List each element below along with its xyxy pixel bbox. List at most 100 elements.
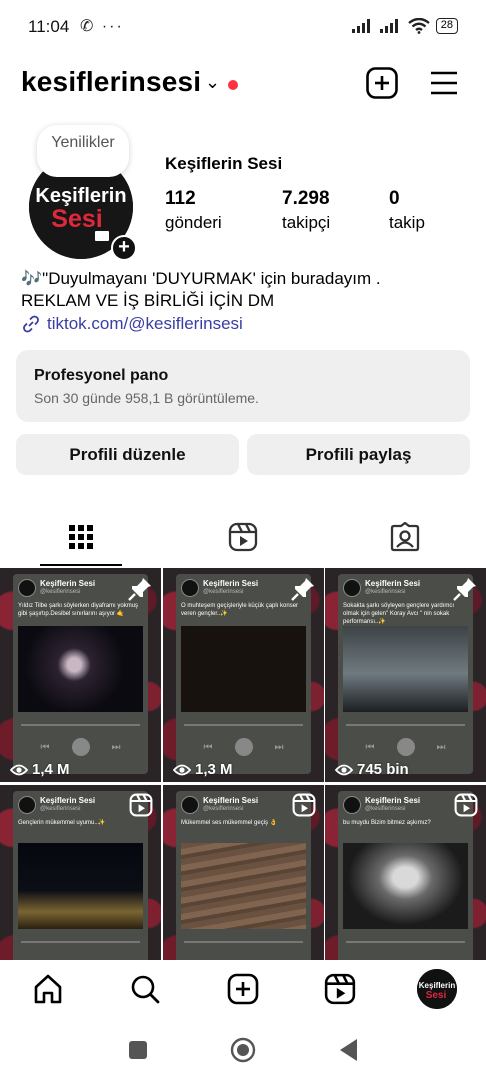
bio-link[interactable]: tiktok.com/@kesiflerinsesi xyxy=(21,313,471,335)
post-card: Keşiflerin Sesi @kesiflerinsesi Sokakta ş… xyxy=(338,574,473,774)
view-count: 745 bin xyxy=(335,761,409,778)
create-button[interactable] xyxy=(365,66,399,100)
note-text: Yenilikler xyxy=(51,134,115,151)
post-card: Keşiflerin Sesi @kesiflerinsesi Mükemmel … xyxy=(176,791,311,960)
post-tile[interactable]: Keşiflerin Sesi @kesiflerinsesi Sokakta ş… xyxy=(325,568,486,782)
post-tile[interactable]: Keşiflerin Sesi @kesiflerinsesi Mükemmel … xyxy=(163,785,324,960)
progress-bar xyxy=(21,724,140,726)
stat-followers-value: 7.298 xyxy=(282,188,330,209)
eye-icon xyxy=(10,764,28,775)
post-tile[interactable]: Keşiflerin Sesi @kesiflerinsesi bu muydu … xyxy=(325,785,486,960)
share-profile-button[interactable]: Profili paylaş xyxy=(247,434,470,475)
card-brand: Keşiflerin Sesi xyxy=(365,579,421,588)
card-handle: @kesiflerinsesi xyxy=(40,589,81,595)
profile-tabs xyxy=(0,508,486,568)
add-story-icon[interactable]: + xyxy=(111,235,137,261)
post-media xyxy=(343,843,468,929)
signal-icon-2 xyxy=(379,19,398,33)
home-button[interactable] xyxy=(230,1037,256,1063)
card-brand: Keşiflerin Sesi xyxy=(40,796,96,805)
stat-followers-label: takipçi xyxy=(282,213,331,232)
progress-bar xyxy=(346,941,465,943)
avatar-text-line2: Sesi xyxy=(51,205,102,233)
card-logo-icon xyxy=(18,796,36,814)
bio-line-2: REKLAM VE İŞ BİRLİĞİ İÇİN DM xyxy=(21,291,275,310)
recents-button[interactable] xyxy=(128,1040,148,1060)
system-nav xyxy=(0,1018,486,1080)
square-icon xyxy=(129,1041,147,1059)
edit-profile-button[interactable]: Profili düzenle xyxy=(16,434,239,475)
tab-reels[interactable] xyxy=(162,508,324,566)
tab-tagged[interactable] xyxy=(324,508,486,566)
stat-following[interactable]: 0 takip xyxy=(389,188,425,233)
post-card: Keşiflerin Sesi @kesiflerinsesi bu muydu … xyxy=(338,791,473,960)
signal-icon xyxy=(351,19,370,33)
post-media xyxy=(343,626,468,712)
card-handle: @kesiflerinsesi xyxy=(365,806,406,812)
display-name: Keşiflerin Sesi xyxy=(165,154,283,173)
nav-avatar-text-line1: Keşiflerin xyxy=(419,981,456,990)
nav-profile-avatar[interactable]: Keşiflerin Sesi xyxy=(417,969,457,1009)
card-logo-icon xyxy=(343,796,361,814)
status-right-icons: 28 xyxy=(351,18,458,34)
stat-following-label: takip xyxy=(389,213,425,232)
progress-bar xyxy=(346,724,465,726)
card-handle: @kesiflerinsesi xyxy=(365,589,406,595)
stat-following-value: 0 xyxy=(389,188,400,209)
stat-posts-label: gönderi xyxy=(165,213,222,232)
post-tile[interactable]: Keşiflerin Sesi @kesiflerinsesi Gençlerin… xyxy=(0,785,161,960)
nav-create[interactable] xyxy=(226,972,260,1006)
post-card: Keşiflerin Sesi @kesiflerinsesi Yıldız Ti… xyxy=(13,574,148,774)
card-caption: O muhteşem geçişleriyle küçük çaplı kons… xyxy=(181,603,299,617)
eye-icon xyxy=(335,764,353,775)
bio-line-1: 🎶"Duyulmayanı 'DUYURMAK' için buradayım … xyxy=(21,269,381,288)
username-switcher[interactable]: kesiflerinsesi xyxy=(21,66,201,98)
card-caption: Mükemmel ses mükemmel geçiş 👌 xyxy=(181,820,278,826)
reels-icon xyxy=(129,793,153,817)
pro-dashboard-title: Profesyonel pano xyxy=(34,367,169,384)
post-tile[interactable]: Keşiflerin Sesi @kesiflerinsesi Yıldız Ti… xyxy=(0,568,161,782)
stat-posts[interactable]: 112 gönderi xyxy=(165,188,222,233)
player-controls: ⏮ ⏭ xyxy=(176,738,311,756)
nav-reels[interactable] xyxy=(323,972,357,1006)
card-logo-icon xyxy=(343,579,361,597)
nav-home[interactable] xyxy=(31,972,65,1006)
link-icon xyxy=(23,315,39,333)
tab-grid[interactable] xyxy=(0,508,162,566)
reels-icon xyxy=(454,793,478,817)
player-controls: ⏮ ⏭ xyxy=(338,738,473,756)
note-bubble[interactable]: Yenilikler xyxy=(37,125,129,177)
card-caption: Gençlerin mükemmel uyumu..✨ xyxy=(18,820,106,826)
bio-link-text[interactable]: tiktok.com/@kesiflerinsesi xyxy=(47,313,243,335)
post-tile[interactable]: Keşiflerin Sesi @kesiflerinsesi O muhteşe… xyxy=(163,568,324,782)
nav-search[interactable] xyxy=(128,972,162,1006)
post-card: Keşiflerin Sesi @kesiflerinsesi Gençlerin… xyxy=(13,791,148,960)
post-media xyxy=(18,626,143,712)
pin-icon xyxy=(453,578,476,601)
bio: 🎶"Duyulmayanı 'DUYURMAK' için buradayım … xyxy=(21,268,471,335)
progress-bar xyxy=(184,724,303,726)
active-tab-indicator xyxy=(40,564,122,566)
menu-button[interactable] xyxy=(428,68,460,98)
card-logo-icon xyxy=(181,579,199,597)
post-media xyxy=(18,843,143,929)
plus-square-icon xyxy=(366,67,398,99)
pin-icon xyxy=(128,578,151,601)
chevron-down-icon[interactable]: ⌄ xyxy=(205,72,220,93)
grid-icon xyxy=(69,525,93,549)
nav-avatar-text-line2: Sesi xyxy=(426,990,447,1001)
pro-dashboard-subtitle: Son 30 günde 958,1 B görüntüleme. xyxy=(34,390,259,406)
battery-icon: 28 xyxy=(435,18,458,34)
back-button[interactable] xyxy=(338,1038,360,1062)
tagged-icon xyxy=(390,522,420,552)
reels-icon xyxy=(228,522,258,552)
card-handle: @kesiflerinsesi xyxy=(203,589,244,595)
pin-icon xyxy=(291,578,314,601)
eye-icon xyxy=(173,764,191,775)
professional-dashboard[interactable]: Profesyonel pano Son 30 günde 958,1 B gö… xyxy=(16,350,470,422)
stat-followers[interactable]: 7.298 takipçi xyxy=(282,188,330,233)
avatar-text-line1: Keşiflerin xyxy=(35,185,126,207)
post-card: Keşiflerin Sesi @kesiflerinsesi O muhteşe… xyxy=(176,574,311,774)
status-bar: 11:04 ✆ ··· 28 xyxy=(0,0,486,58)
card-logo-icon xyxy=(18,579,36,597)
